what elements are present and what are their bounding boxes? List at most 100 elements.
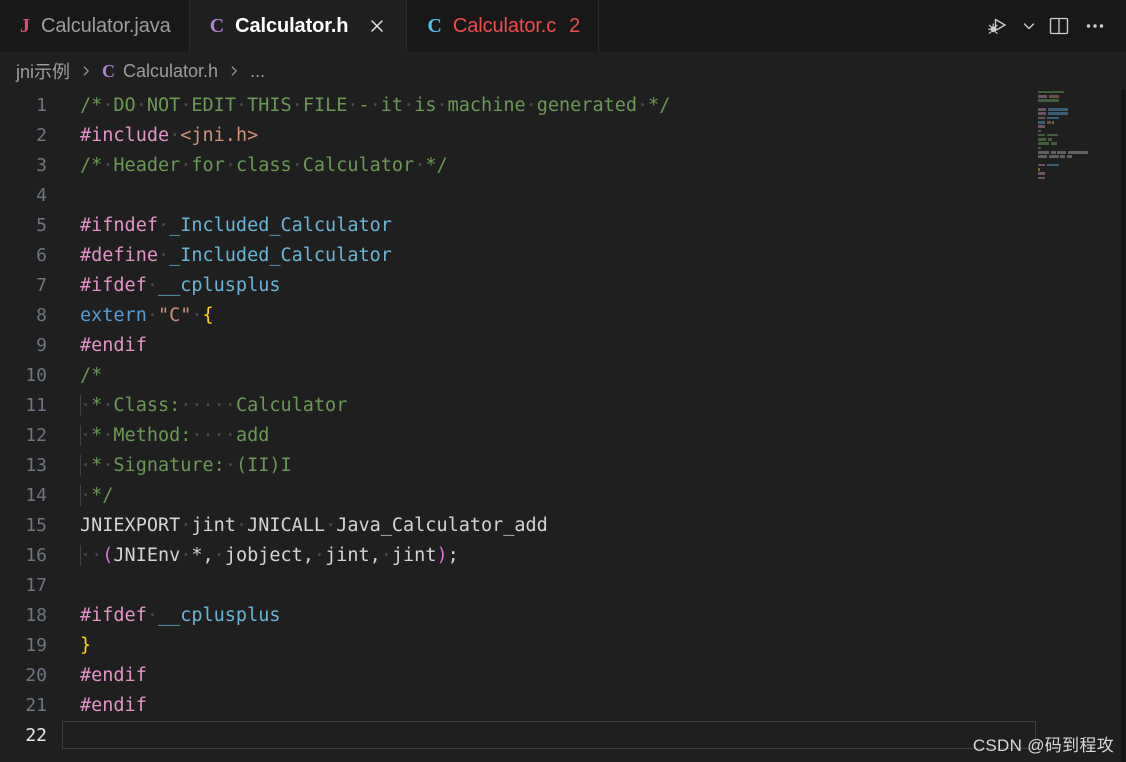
code-line[interactable]: 18 #ifdef·__cplusplus	[0, 600, 1126, 630]
code-line-text[interactable]: ··(JNIEnv·*,·jobject,·jint,·jint);	[62, 544, 1126, 566]
code-line[interactable]: 6 #define·_Included_Calculator	[0, 240, 1126, 270]
tab-calculator-h[interactable]: C Calculator.h	[189, 0, 408, 52]
code-token: _Included_Calculator	[169, 244, 392, 266]
tab-calculator-java[interactable]: J Calculator.java	[0, 0, 190, 52]
breadcrumb-item-1[interactable]: C Calculator.h	[100, 61, 220, 82]
code-token: machine	[447, 94, 526, 116]
code-token: ·	[235, 514, 248, 536]
code-content[interactable]: 1/*·DO·NOT·EDIT·THIS·FILE·-·it·is·machin…	[0, 90, 1126, 762]
code-line-text[interactable]: /*·Header·for·class·Calculator·*/	[62, 155, 1126, 176]
code-token: class	[235, 154, 292, 176]
chevron-down-icon[interactable]	[1018, 9, 1040, 43]
line-number: 14	[25, 484, 47, 506]
line-number: 5	[36, 214, 47, 236]
code-line-text[interactable]: ·*·Method:····add	[62, 424, 1126, 446]
code-token: ·····	[180, 394, 236, 416]
code-line[interactable]: 7 #ifdef·__cplusplus	[0, 270, 1126, 300]
code-token: add	[235, 424, 270, 446]
code-token: ·	[291, 94, 303, 116]
breadcrumb-label: ...	[250, 60, 266, 81]
tab-calculator-c[interactable]: C Calculator.c 2	[407, 0, 600, 52]
code-line[interactable]: 1/*·DO·NOT·EDIT·THIS·FILE·-·it·is·machin…	[0, 90, 1126, 120]
code-line-text[interactable]: #define·_Included_Calculator	[62, 245, 1126, 266]
code-token: EDIT	[191, 94, 236, 116]
code-line[interactable]: 15 JNIEXPORT·jint·JNICALL·Java_Calculator…	[0, 510, 1126, 540]
code-line[interactable]: 3/*·Header·for·class·Calculator·*/	[0, 150, 1126, 180]
code-token: ·	[157, 214, 170, 236]
code-line[interactable]: 2 #include·<jni.h>	[0, 120, 1126, 150]
more-actions-icon[interactable]	[1078, 9, 1112, 43]
code-token: is	[414, 94, 437, 116]
code-line[interactable]: 21 #endif	[0, 690, 1126, 720]
code-line[interactable]: 8 extern·"C"·{	[0, 300, 1126, 330]
code-line-text[interactable]: /*·DO·NOT·EDIT·THIS·FILE·-·it·is·machine…	[62, 95, 1126, 116]
code-token: it	[380, 94, 404, 116]
code-line[interactable]: 13 ·*·Signature:·(II)I	[0, 450, 1126, 480]
code-token: _Included_Calculator	[169, 214, 392, 236]
code-line-text[interactable]: }	[62, 635, 1126, 656]
code-line-text[interactable]: /*	[62, 365, 1126, 386]
line-number: 10	[25, 364, 47, 386]
line-number: 1	[36, 94, 47, 116]
code-line[interactable]: 11 ·*·Class:·····Calculator	[0, 390, 1126, 420]
code-line-text[interactable]: #include·<jni.h>	[62, 125, 1126, 146]
code-line[interactable]: 17	[0, 570, 1126, 600]
code-token: #endif	[80, 334, 147, 356]
breadcrumb-item-2[interactable]: ...	[248, 61, 267, 82]
code-line-text[interactable]: ·*·Class:·····Calculator	[62, 394, 1126, 416]
code-token: ·	[235, 94, 248, 116]
code-line[interactable]: 9 #endif	[0, 330, 1126, 360]
tab-bar-spacer	[599, 0, 982, 52]
code-line[interactable]: 14 ·*/	[0, 480, 1126, 510]
code-line[interactable]: 10 /*	[0, 360, 1126, 390]
code-line[interactable]: 16 ··(JNIEnv·*,·jobject,·jint,·jint);	[0, 540, 1126, 570]
code-line[interactable]: 19}	[0, 630, 1126, 660]
code-line[interactable]: 12 ·*·Method:····add	[0, 420, 1126, 450]
code-line-text[interactable]: JNIEXPORT·jint·JNICALL·Java_Calculator_a…	[62, 515, 1126, 536]
code-token: ·	[80, 394, 92, 416]
line-number: 16	[25, 544, 47, 566]
code-line-text[interactable]: #endif	[62, 335, 1126, 356]
code-token: ·	[191, 304, 203, 326]
code-line-text[interactable]: #endif	[62, 695, 1126, 716]
file-type-icon: J	[20, 15, 30, 37]
code-line[interactable]: 22	[0, 720, 1126, 750]
code-token: ·	[403, 94, 415, 116]
code-line-text[interactable]	[62, 721, 1036, 749]
breadcrumb-item-0[interactable]: jni示例	[14, 58, 72, 84]
code-line-text[interactable]: #endif	[62, 665, 1126, 686]
code-line-text[interactable]: extern·"C"·{	[62, 305, 1126, 326]
code-token: ·	[414, 154, 426, 176]
code-token: #include	[80, 124, 170, 146]
code-token: <jni.h>	[180, 124, 259, 146]
split-editor-icon[interactable]	[1042, 9, 1076, 43]
tab-label: Calculator.java	[41, 15, 171, 37]
code-token: ·	[313, 544, 326, 566]
code-token: NOT	[146, 94, 181, 116]
code-token: generated	[536, 94, 637, 116]
code-token: DO	[113, 94, 136, 116]
code-line[interactable]: 5 #ifndef·_Included_Calculator	[0, 210, 1126, 240]
code-token: Method:	[113, 424, 192, 446]
code-line-text[interactable]: #ifdef·__cplusplus	[62, 275, 1126, 296]
code-line[interactable]: 20 #endif	[0, 660, 1126, 690]
breadcrumb: jni示例 C Calculator.h...	[0, 52, 1126, 90]
breadcrumb-label: Calculator.h	[123, 60, 219, 81]
line-number: 8	[36, 304, 47, 326]
code-line-text[interactable]: ·*/	[62, 484, 1126, 506]
code-token: for	[191, 154, 225, 176]
code-token: ·	[146, 304, 158, 326]
code-token: Calculator	[235, 394, 348, 416]
code-line-text[interactable]: #ifndef·_Included_Calculator	[62, 215, 1126, 236]
code-line-text[interactable]: ·*·Signature:·(II)I	[62, 454, 1126, 476]
code-line[interactable]: 4	[0, 180, 1126, 210]
code-token: ·	[102, 454, 114, 476]
close-icon[interactable]	[366, 15, 388, 37]
code-token: */	[425, 154, 448, 176]
code-line-text[interactable]: #ifdef·__cplusplus	[62, 605, 1126, 626]
line-number: 13	[25, 454, 47, 476]
line-number: 19	[25, 634, 47, 656]
code-token: */	[91, 484, 114, 506]
run-and-debug-icon[interactable]	[982, 9, 1016, 43]
code-token: }	[80, 634, 92, 656]
